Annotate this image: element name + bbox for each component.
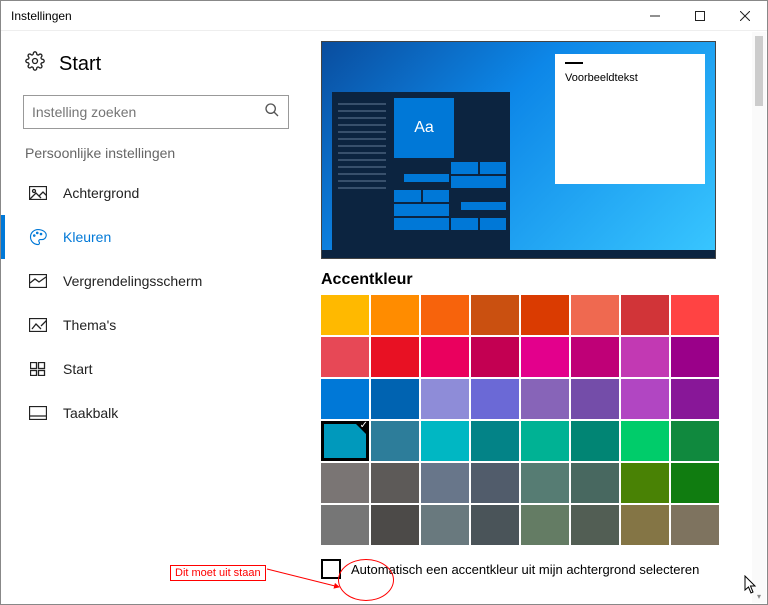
accent-swatch[interactable] bbox=[421, 463, 469, 503]
body: Start Persoonlijke instellingen Achtergr… bbox=[1, 31, 767, 604]
accent-swatch[interactable] bbox=[421, 379, 469, 419]
accent-swatch[interactable] bbox=[571, 379, 619, 419]
accent-swatch[interactable] bbox=[421, 295, 469, 335]
sidebar-item-achtergrond[interactable]: Achtergrond bbox=[1, 171, 311, 215]
picture-icon bbox=[29, 184, 47, 202]
window-title: Instellingen bbox=[11, 9, 632, 23]
settings-home-label: Start bbox=[59, 53, 101, 76]
accent-swatch[interactable] bbox=[421, 421, 469, 461]
preview-tile-aa: Aa bbox=[394, 98, 454, 158]
themes-icon bbox=[29, 316, 47, 334]
preview-window-text: Voorbeeldtekst bbox=[565, 72, 638, 84]
accent-swatch[interactable] bbox=[321, 337, 369, 377]
lockscreen-icon bbox=[29, 272, 47, 290]
sidebar-subhead: Persoonlijke instellingen bbox=[1, 145, 311, 171]
search-icon bbox=[264, 102, 280, 123]
sidebar: Start Persoonlijke instellingen Achtergr… bbox=[1, 31, 311, 604]
search-input[interactable] bbox=[32, 104, 264, 120]
accent-swatch[interactable] bbox=[371, 463, 419, 503]
cursor-icon bbox=[744, 575, 758, 595]
accent-swatch[interactable] bbox=[671, 295, 719, 335]
sidebar-item-label: Start bbox=[63, 361, 93, 377]
accent-swatch[interactable] bbox=[571, 463, 619, 503]
scroll-thumb[interactable] bbox=[755, 36, 763, 106]
accent-swatch[interactable] bbox=[571, 421, 619, 461]
auto-accent-checkbox[interactable] bbox=[321, 559, 341, 579]
accent-swatch[interactable] bbox=[671, 337, 719, 377]
accent-swatch[interactable] bbox=[521, 295, 569, 335]
settings-window: Instellingen Start Persoonlijke instelli… bbox=[0, 0, 768, 605]
sidebar-item-taakbalk[interactable]: Taakbalk bbox=[1, 391, 311, 435]
sidebar-item-label: Taakbalk bbox=[63, 405, 118, 421]
accent-swatch[interactable] bbox=[621, 379, 669, 419]
accent-swatch[interactable] bbox=[321, 505, 369, 545]
auto-accent-label: Automatisch een accentkleur uit mijn ach… bbox=[351, 562, 699, 577]
accent-swatch[interactable] bbox=[571, 505, 619, 545]
accent-swatch[interactable] bbox=[371, 337, 419, 377]
accent-swatch[interactable] bbox=[671, 463, 719, 503]
accent-swatch[interactable] bbox=[321, 295, 369, 335]
accent-swatch[interactable] bbox=[621, 337, 669, 377]
accent-swatch[interactable] bbox=[571, 337, 619, 377]
preview-startmenu: Aa bbox=[332, 92, 510, 250]
check-icon: ✓ bbox=[360, 420, 368, 431]
preview-window: Voorbeeldtekst bbox=[555, 54, 705, 184]
accent-swatch[interactable] bbox=[671, 379, 719, 419]
theme-preview: Aa Voorbeeldtekst bbox=[321, 41, 716, 259]
palette-icon bbox=[29, 228, 47, 246]
accent-swatch[interactable] bbox=[621, 505, 669, 545]
sidebar-item-label: Thema's bbox=[63, 317, 116, 333]
accent-swatch[interactable] bbox=[471, 421, 519, 461]
accent-swatch[interactable] bbox=[621, 295, 669, 335]
sidebar-item-label: Kleuren bbox=[63, 229, 111, 245]
accent-swatch[interactable] bbox=[671, 421, 719, 461]
accent-swatch[interactable] bbox=[621, 463, 669, 503]
accent-swatch[interactable]: ✓ bbox=[321, 421, 369, 461]
accent-swatch[interactable] bbox=[471, 379, 519, 419]
annotation-label: Dit moet uit staan bbox=[170, 565, 266, 581]
accent-swatch[interactable] bbox=[321, 379, 369, 419]
accent-swatch[interactable] bbox=[421, 505, 469, 545]
accent-swatch[interactable] bbox=[621, 421, 669, 461]
accent-heading: Accentkleur bbox=[321, 271, 759, 289]
accent-swatch[interactable] bbox=[371, 505, 419, 545]
sidebar-item-label: Vergrendelingsscherm bbox=[63, 273, 202, 289]
sidebar-item-kleuren[interactable]: Kleuren bbox=[1, 215, 311, 259]
minimize-button[interactable] bbox=[632, 1, 677, 31]
search-box[interactable] bbox=[23, 95, 289, 129]
accent-swatch[interactable] bbox=[521, 337, 569, 377]
preview-taskbar bbox=[322, 250, 715, 258]
auto-accent-row[interactable]: Automatisch een accentkleur uit mijn ach… bbox=[321, 559, 759, 579]
accent-swatch[interactable] bbox=[521, 379, 569, 419]
sidebar-item-themas[interactable]: Thema's bbox=[1, 303, 311, 347]
sidebar-item-vergrendelingsscherm[interactable]: Vergrendelingsscherm bbox=[1, 259, 311, 303]
sidebar-item-label: Achtergrond bbox=[63, 185, 139, 201]
accent-swatch[interactable] bbox=[371, 379, 419, 419]
taskbar-icon bbox=[29, 404, 47, 422]
titlebar: Instellingen bbox=[1, 1, 767, 31]
accent-swatch[interactable] bbox=[521, 421, 569, 461]
accent-swatch[interactable] bbox=[371, 295, 419, 335]
maximize-button[interactable] bbox=[677, 1, 722, 31]
close-button[interactable] bbox=[722, 1, 767, 31]
accent-swatch[interactable] bbox=[471, 337, 519, 377]
accent-swatch[interactable] bbox=[471, 295, 519, 335]
gear-icon bbox=[25, 51, 45, 77]
main-content: Aa Voorbeeldtekst bbox=[311, 31, 767, 604]
accent-swatch[interactable] bbox=[321, 463, 369, 503]
scrollbar[interactable]: ▾ bbox=[752, 32, 766, 603]
accent-swatch[interactable] bbox=[471, 505, 519, 545]
accent-swatch[interactable] bbox=[571, 295, 619, 335]
accent-color-grid: ✓ bbox=[321, 295, 725, 545]
accent-swatch[interactable] bbox=[471, 463, 519, 503]
accent-swatch[interactable] bbox=[521, 505, 569, 545]
accent-swatch[interactable] bbox=[421, 337, 469, 377]
accent-swatch[interactable] bbox=[371, 421, 419, 461]
accent-swatch[interactable] bbox=[671, 505, 719, 545]
settings-home[interactable]: Start bbox=[1, 51, 311, 95]
sidebar-item-start[interactable]: Start bbox=[1, 347, 311, 391]
accent-swatch[interactable] bbox=[521, 463, 569, 503]
start-icon bbox=[29, 360, 47, 378]
